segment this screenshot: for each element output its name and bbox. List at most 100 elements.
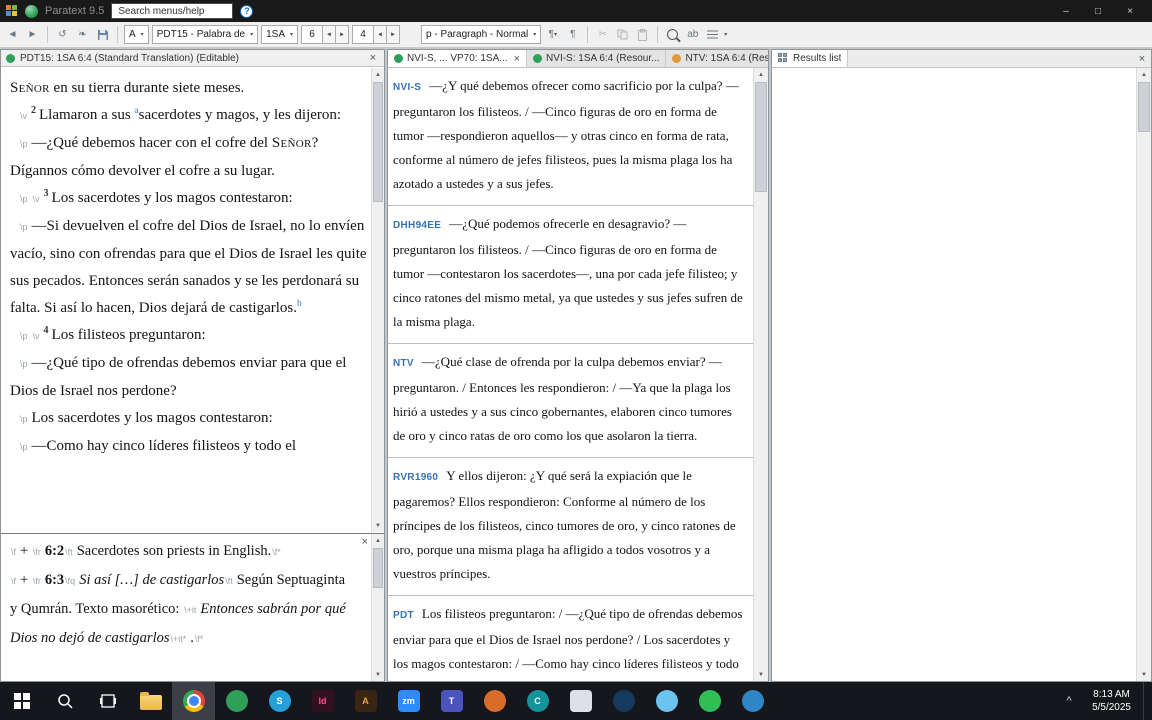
scripture-editor[interactable]: Señor en su tierra durante siete meses. \… — [1, 68, 370, 532]
back-icon[interactable]: ◄ — [4, 25, 21, 44]
resource-tab[interactable]: NTV: 1SA 6:4 (Resource... — [666, 50, 768, 67]
scrollbar-thumb[interactable] — [1138, 82, 1150, 132]
tray-expand-icon[interactable]: ^ — [1058, 695, 1080, 707]
text-collection-dropdown[interactable]: A ▾ — [124, 25, 149, 44]
usfm-marker: \v — [32, 331, 40, 341]
usfm-marker: \p — [20, 331, 28, 341]
pilcrow-dropdown[interactable]: ¶ ▾ — [544, 25, 561, 44]
chapter-value[interactable]: 6 — [301, 25, 324, 44]
paratext-taskbar-button[interactable] — [215, 682, 258, 720]
chapter-prev-icon[interactable]: ◄ — [323, 25, 337, 44]
scroll-up-icon[interactable]: ▲ — [754, 68, 768, 81]
scroll-up-icon[interactable]: ▲ — [372, 534, 384, 547]
save-icon[interactable] — [94, 25, 111, 44]
results-content[interactable] — [772, 68, 1136, 681]
scripture-paragraph[interactable]: \v 2 Llamaron a sus asacerdotes y magos, y… — [10, 102, 367, 130]
camtasia-taskbar-button[interactable]: C — [516, 682, 559, 720]
help-icon[interactable]: ? — [240, 4, 254, 18]
book-selector[interactable]: 1SA ▾ — [261, 25, 299, 44]
resources-scrollbar[interactable]: ▲ ▼ — [753, 68, 768, 681]
find-icon[interactable] — [664, 25, 681, 44]
scripture-paragraph[interactable]: \p —Si devuelven el cofre del Dios de Isr… — [10, 213, 367, 322]
scroll-down-icon[interactable]: ▼ — [372, 519, 384, 532]
show-desktop-button[interactable] — [1143, 682, 1150, 720]
taskbar-search-button[interactable] — [43, 682, 86, 720]
scroll-down-icon[interactable]: ▼ — [372, 668, 384, 681]
resource-tab[interactable]: NVI-S: 1SA 6:4 (Resour... — [527, 50, 667, 67]
chapter-next-icon[interactable]: ► — [336, 25, 350, 44]
notepad-taskbar-button[interactable] — [559, 682, 602, 720]
clock-date: 5/5/2025 — [1092, 702, 1131, 713]
close-icon[interactable]: × — [362, 536, 368, 548]
task-view-button[interactable] — [86, 682, 129, 720]
scripture-paragraph[interactable]: \p \v 3 Los sacerdotes y los magos contesta… — [10, 185, 367, 213]
bookmark-icon[interactable]: ❧ — [74, 25, 91, 44]
close-icon[interactable]: × — [367, 52, 379, 64]
results-tab[interactable]: Results list — [772, 50, 849, 67]
zoom-taskbar-button[interactable]: zm — [387, 682, 430, 720]
editor-panel-header[interactable]: PDT15: 1SA 6:4 (Standard Translation) (E… — [1, 50, 384, 67]
project-selector[interactable]: PDT15 - Palabra de ▾ — [151, 25, 259, 44]
scripture-paragraph[interactable]: \p \v 4 Los filisteos preguntaron: — [10, 322, 367, 350]
footnote-editor[interactable]: \f + \fr 6:2\ft Sacerdotes son priests in E… — [10, 537, 354, 681]
close-icon[interactable]: × — [514, 53, 520, 65]
scroll-up-icon[interactable]: ▲ — [372, 68, 384, 81]
resource-entry[interactable]: PDT Los filisteos preguntaron: / —¿Qué ti… — [388, 596, 753, 681]
scrollbar-thumb[interactable] — [373, 82, 383, 202]
scroll-down-icon[interactable]: ▼ — [1137, 668, 1151, 681]
taskbar-clock[interactable]: 8:13 AM 5/5/2025 — [1092, 688, 1131, 714]
resource-tab[interactable]: NVI-S, ... VP70: 1SA... × — [388, 50, 528, 67]
scripture-paragraph[interactable]: \p —¿Qué tipo de ofrendas debemos enviar … — [10, 350, 367, 405]
whatsapp-taskbar-button[interactable] — [688, 682, 731, 720]
verse-next-icon[interactable]: ► — [387, 25, 401, 44]
verse-prev-icon[interactable]: ◄ — [374, 25, 388, 44]
menu-search-box[interactable] — [111, 3, 234, 19]
scroll-up-icon[interactable]: ▲ — [1137, 68, 1151, 81]
close-button[interactable]: × — [1114, 0, 1146, 22]
footnote-paragraph[interactable]: \f + \fr 6:3\fq Si así […] de castigarlos\f… — [10, 566, 354, 653]
adobe-app-taskbar-button[interactable]: A — [344, 682, 387, 720]
scrollbar-thumb[interactable] — [755, 82, 767, 192]
file-explorer-taskbar-button[interactable] — [129, 682, 172, 720]
minimize-button[interactable]: – — [1050, 0, 1082, 22]
history-icon[interactable]: ↺ — [54, 25, 71, 44]
scripture-paragraph[interactable]: \p —Como hay cinco líderes filisteos y to… — [10, 433, 367, 461]
editor-scrollbar[interactable]: ▲ ▼ — [371, 68, 384, 532]
footnote-scrollbar[interactable]: ▲ ▼ — [371, 534, 384, 681]
logos-taskbar-button[interactable] — [602, 682, 645, 720]
wordlist-icon[interactable] — [704, 25, 721, 44]
toolbar-overflow-icon[interactable]: ▾ — [724, 31, 727, 38]
scripture-paragraph[interactable]: \p —¿Qué debemos hacer con el cofre del S… — [10, 130, 367, 185]
resource-entry[interactable]: RVR1960 Y ellos dijeron: ¿Y qué será la e… — [388, 458, 753, 596]
skype-taskbar-button[interactable]: S — [258, 682, 301, 720]
scroll-down-icon[interactable]: ▼ — [754, 668, 768, 681]
resource-entry[interactable]: DHH94EE —¿Qué podemos ofrecerle en desagr… — [388, 206, 753, 344]
resource-entry[interactable]: NTV —¿Qué clase de ofrenda por la culpa d… — [388, 344, 753, 458]
close-icon[interactable]: × — [1136, 53, 1148, 65]
verse-value[interactable]: 4 — [352, 25, 375, 44]
start-button[interactable] — [0, 682, 43, 720]
chrome-taskbar-button[interactable] — [172, 682, 215, 720]
teams-taskbar-button[interactable]: T — [430, 682, 473, 720]
forward-icon[interactable]: ► — [24, 25, 41, 44]
resource-entry[interactable]: NVI-S —¿Y qué debemos ofrecer como sacrif… — [388, 68, 753, 206]
show-markers-toggle[interactable]: ¶ — [564, 25, 581, 44]
footnote-paragraph[interactable]: \f + \fr 6:2\ft Sacerdotes son priests in E… — [10, 537, 354, 566]
paste-icon[interactable] — [634, 25, 651, 44]
results-scrollbar[interactable]: ▲ ▼ — [1136, 68, 1151, 681]
copy-icon[interactable] — [614, 25, 631, 44]
telegram-taskbar-button[interactable] — [731, 682, 774, 720]
maximize-button[interactable]: □ — [1082, 0, 1114, 22]
menu-search-input[interactable] — [116, 4, 229, 18]
scripture-paragraph[interactable]: Señor en su tierra durante siete meses. — [10, 75, 367, 102]
firefox-taskbar-button[interactable] — [473, 682, 516, 720]
paragraph-style-selector[interactable]: p - Paragraph - Normal ▾ — [421, 25, 542, 44]
onedrive-taskbar-button[interactable] — [645, 682, 688, 720]
tab-label: NTV: 1SA 6:4 (Resource... — [685, 53, 768, 64]
apps-grid-icon[interactable] — [6, 5, 18, 17]
indesign-taskbar-button[interactable]: Id — [301, 682, 344, 720]
scripture-paragraph[interactable]: \p Los sacerdotes y los magos contestaron… — [10, 405, 367, 433]
cut-icon[interactable]: ✂ — [594, 25, 611, 44]
scrollbar-thumb[interactable] — [373, 548, 383, 588]
replace-icon[interactable]: ab — [684, 25, 701, 44]
